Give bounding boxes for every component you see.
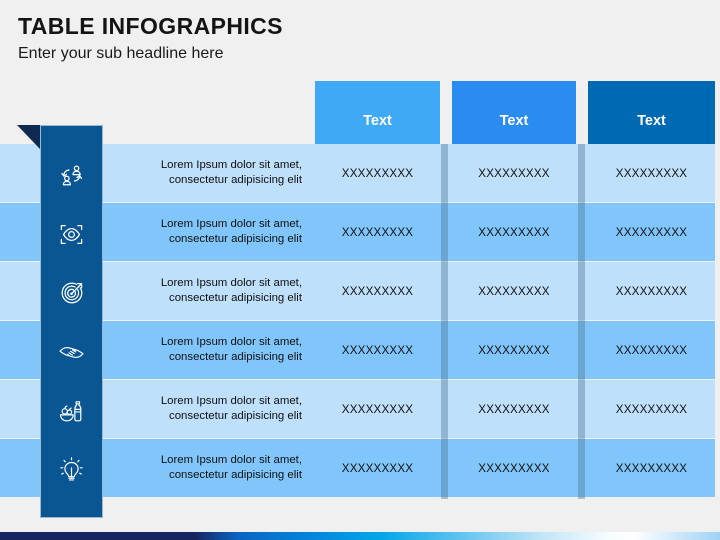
lightbulb-icon	[40, 441, 103, 500]
table-cell[interactable]: XXXXXXXXX	[315, 203, 440, 261]
table-row[interactable]: Lorem Ipsum dolor sit amet, consectetur …	[0, 380, 715, 438]
table-cell[interactable]: XXXXXXXXX	[452, 262, 576, 320]
table-cell[interactable]: XXXXXXXXX	[588, 203, 715, 261]
table-cell[interactable]: XXXXXXXXX	[315, 321, 440, 379]
page-subtitle: Enter your sub headline here	[18, 45, 224, 62]
people-exchange-icon	[40, 146, 103, 205]
table-cell[interactable]: XXXXXXXXX	[452, 321, 576, 379]
row-description: Lorem Ipsum dolor sit amet, consectetur …	[110, 203, 302, 261]
column-header-1[interactable]: Text	[315, 81, 440, 152]
table-row[interactable]: Lorem Ipsum dolor sit amet, consectetur …	[0, 439, 715, 497]
row-description: Lorem Ipsum dolor sit amet, consectetur …	[110, 380, 302, 438]
table-cell[interactable]: XXXXXXXXX	[315, 380, 440, 438]
row-description: Lorem Ipsum dolor sit amet, consectetur …	[110, 262, 302, 320]
row-description-line2: consectetur adipisicing elit	[169, 351, 302, 363]
icon-sidebar	[40, 125, 103, 518]
row-description-line2: consectetur adipisicing elit	[169, 469, 302, 481]
ribbon-fold	[17, 125, 40, 149]
healthy-food-bottle-icon	[40, 382, 103, 441]
table-row[interactable]: Lorem Ipsum dolor sit amet, consectetur …	[0, 144, 715, 202]
table-cell[interactable]: XXXXXXXXX	[588, 262, 715, 320]
row-description-line1: Lorem Ipsum dolor sit amet,	[160, 276, 302, 289]
footer-gradient-bar	[0, 532, 720, 540]
row-description-line1: Lorem Ipsum dolor sit amet,	[160, 335, 302, 348]
target-arrow-icon	[40, 264, 103, 323]
slide-canvas: TABLE INFOGRAPHICS Enter your sub headli…	[0, 0, 720, 540]
row-description-line2: consectetur adipisicing elit	[169, 410, 302, 422]
row-description-line2: consectetur adipisicing elit	[169, 174, 302, 186]
row-description-line1: Lorem Ipsum dolor sit amet,	[160, 394, 302, 407]
table-cell[interactable]: XXXXXXXXX	[452, 203, 576, 261]
table-cell[interactable]: XXXXXXXXX	[315, 262, 440, 320]
row-description: Lorem Ipsum dolor sit amet, consectetur …	[110, 144, 302, 202]
table-cell[interactable]: XXXXXXXXX	[588, 144, 715, 202]
column-header-2[interactable]: Text	[452, 81, 576, 152]
table-cell[interactable]: XXXXXXXXX	[315, 144, 440, 202]
eye-focus-icon	[40, 205, 103, 264]
table-cell[interactable]: XXXXXXXXX	[588, 321, 715, 379]
row-description: Lorem Ipsum dolor sit amet, consectetur …	[110, 439, 302, 497]
row-description-line1: Lorem Ipsum dolor sit amet,	[160, 453, 302, 466]
column-header-label: Text	[637, 112, 666, 129]
table-cell[interactable]: XXXXXXXXX	[588, 439, 715, 497]
column-header-3[interactable]: Text	[588, 81, 715, 152]
handshake-icon	[40, 323, 103, 382]
column-header-label: Text	[363, 112, 392, 129]
row-description-line2: consectetur adipisicing elit	[169, 292, 302, 304]
table-row[interactable]: Lorem Ipsum dolor sit amet, consectetur …	[0, 262, 715, 320]
row-description-line2: consectetur adipisicing elit	[169, 233, 302, 245]
table-row[interactable]: Lorem Ipsum dolor sit amet, consectetur …	[0, 321, 715, 379]
table-cell[interactable]: XXXXXXXXX	[315, 439, 440, 497]
table-cell[interactable]: XXXXXXXXX	[452, 380, 576, 438]
column-header-label: Text	[499, 112, 529, 129]
table-row[interactable]: Lorem Ipsum dolor sit amet, consectetur …	[0, 203, 715, 261]
row-description-line1: Lorem Ipsum dolor sit amet,	[160, 158, 302, 171]
table-cell[interactable]: XXXXXXXXX	[588, 380, 715, 438]
title-block: TABLE INFOGRAPHICS Enter your sub headli…	[18, 12, 438, 65]
table-body: Lorem Ipsum dolor sit amet, consectetur …	[0, 144, 715, 498]
table-cell[interactable]: XXXXXXXXX	[452, 439, 576, 497]
table-cell[interactable]: XXXXXXXXX	[452, 144, 576, 202]
row-description: Lorem Ipsum dolor sit amet, consectetur …	[110, 321, 302, 379]
page-title: TABLE INFOGRAPHICS	[18, 13, 283, 39]
row-description-line1: Lorem Ipsum dolor sit amet,	[160, 217, 302, 230]
